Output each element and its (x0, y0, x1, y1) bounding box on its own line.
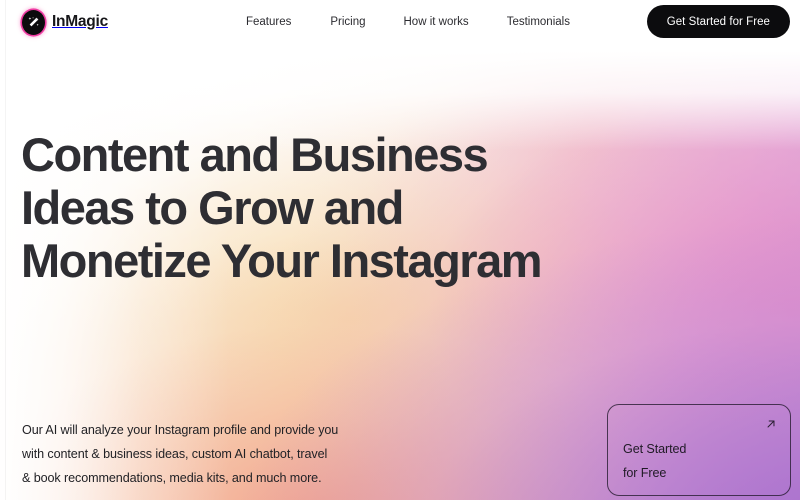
left-edge-divider (5, 0, 6, 500)
hero-headline-line-2: Ideas to Grow and (21, 181, 404, 234)
nav-link-how-it-works[interactable]: How it works (404, 12, 469, 32)
site-header: InMagic Features Pricing How it works Te… (0, 0, 800, 44)
hero-headline: Content and Business Ideas to Grow and M… (21, 128, 543, 287)
get-started-card-line-1: Get Started (623, 442, 687, 456)
primary-navigation: Features Pricing How it works Testimonia… (246, 12, 570, 32)
nav-link-features[interactable]: Features (246, 12, 291, 32)
magic-wand-icon (22, 9, 45, 35)
nav-link-testimonials[interactable]: Testimonials (507, 12, 570, 32)
nav-link-pricing[interactable]: Pricing (330, 12, 365, 32)
brand-name: InMagic (52, 13, 108, 30)
brand-logo-link[interactable]: InMagic (22, 9, 108, 35)
hero-description: Our AI will analyze your Instagram profi… (22, 418, 338, 490)
hero-description-line-1: Our AI will analyze your Instagram profi… (22, 423, 339, 437)
get-started-card-label: Get Started for Free (623, 437, 686, 485)
hero-headline-line-3: Monetize Your Instagram (21, 234, 543, 287)
header-get-started-button[interactable]: Get Started for Free (646, 5, 790, 38)
get-started-card-line-2: for Free (623, 466, 667, 480)
hero-description-line-2: with content & business ideas, custom AI… (22, 447, 328, 461)
landing-page-hero: InMagic Features Pricing How it works Te… (0, 0, 800, 500)
hero-description-line-3: & book recommendations, media kits, and … (22, 471, 322, 485)
get-started-card[interactable]: Get Started for Free (607, 404, 791, 496)
arrow-up-right-icon (764, 417, 778, 431)
hero-headline-line-1: Content and Business (21, 128, 489, 181)
